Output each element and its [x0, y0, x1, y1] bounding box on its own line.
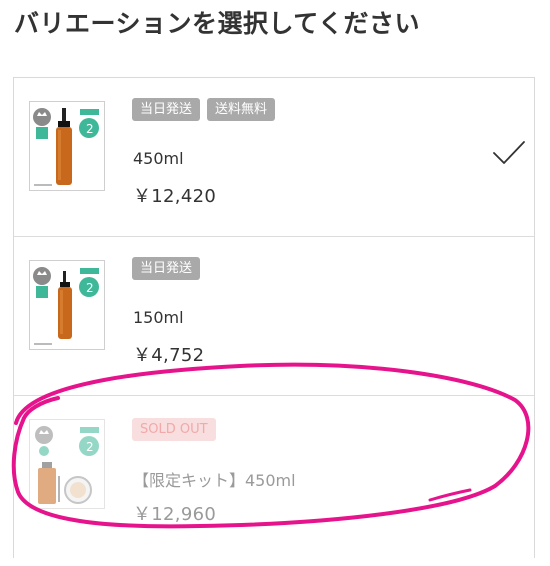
variation-price: ￥12,960	[133, 504, 217, 525]
variation-size: 【限定キット】450ml	[133, 471, 296, 490]
product-thumbnail: 2	[29, 101, 105, 191]
same-day-shipping-badge: 当日発送	[132, 98, 201, 121]
same-day-shipping-badge: 当日発送	[132, 257, 201, 280]
product-thumbnail-image: 2	[33, 267, 99, 345]
variation-price: ￥12,420	[133, 186, 217, 207]
badge-group: 当日発送	[132, 257, 201, 280]
free-shipping-badge: 送料無料	[207, 98, 276, 121]
sold-out-badge: SOLD OUT	[132, 418, 216, 441]
page-title: バリエーションを選択してください	[14, 9, 421, 38]
ranking-icon: 2	[79, 109, 99, 138]
rank-number: 2	[86, 440, 94, 454]
crown-badge-icon	[33, 267, 51, 298]
badge-group: SOLD OUT	[132, 418, 216, 441]
variation-size: 450ml	[133, 149, 184, 168]
product-thumbnail: 2	[29, 260, 105, 350]
variation-item-limited-kit[interactable]: 2 SOLD OUT 【限定キット】450ml ￥12,960	[14, 396, 534, 566]
ranking-icon: 2	[79, 268, 99, 297]
rank-number: 2	[86, 122, 94, 136]
product-thumbnail: 2	[29, 419, 105, 509]
variation-list: 2 当日発送 送料無料 450ml ￥12,420 2 当日発送 150ml ￥…	[13, 77, 535, 558]
product-thumbnail-image: 2	[33, 108, 99, 186]
badge-group: 当日発送 送料無料	[132, 98, 276, 121]
crown-badge-icon	[35, 426, 53, 456]
rank-number: 2	[86, 281, 94, 295]
variation-item-450ml[interactable]: 2 当日発送 送料無料 450ml ￥12,420	[14, 78, 534, 237]
ranking-icon: 2	[79, 427, 99, 456]
variation-size: 150ml	[133, 308, 184, 327]
product-thumbnail-image: 2	[35, 426, 99, 504]
crown-badge-icon	[33, 108, 51, 139]
checkmark-icon	[493, 141, 525, 164]
variation-item-150ml[interactable]: 2 当日発送 150ml ￥4,752	[14, 237, 534, 396]
variation-price: ￥4,752	[133, 345, 205, 366]
